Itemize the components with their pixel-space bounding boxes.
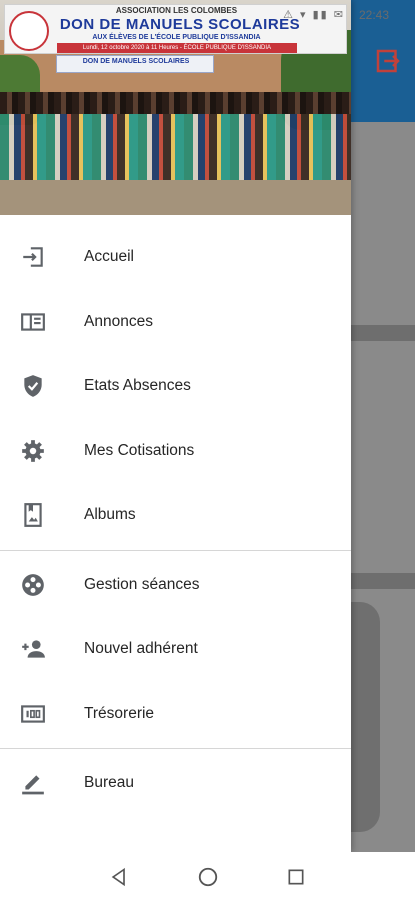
small-banner: DON DE MANUELS SCOLAIRES: [56, 55, 214, 73]
person-add-icon: [20, 636, 46, 662]
navigation-drawer: ASSOCIATION LES COLOMBES DON DE MANUELS …: [0, 0, 351, 852]
edit-pen-icon: [20, 770, 46, 796]
menu-item-gestion-seances[interactable]: Gestion séances: [0, 553, 351, 618]
logout-icon[interactable]: [373, 46, 403, 76]
menu-item-bureau[interactable]: Bureau: [0, 751, 351, 816]
counter-100-icon: [20, 701, 46, 727]
menu-item-label: Etats Absences: [84, 377, 191, 395]
film-reel-icon: [20, 572, 46, 598]
photo-crowd-heads: [0, 92, 351, 114]
menu-item-nouvel-adherent[interactable]: Nouvel adhérent: [0, 617, 351, 682]
system-navigation-bar: [0, 852, 415, 900]
home-circle-icon[interactable]: [195, 864, 221, 890]
menu-item-label: Trésorerie: [84, 704, 155, 722]
banner-subtitle: AUX ÉLÈVES DE L'ÉCOLE PUBLIQUE D'ISSANDI…: [92, 34, 261, 41]
recents-square-icon[interactable]: [283, 864, 309, 890]
menu-item-label: Albums: [84, 506, 136, 524]
small-banner-text: DON DE MANUELS SCOLAIRES: [82, 58, 190, 65]
banner-date-strip: Lundi, 12 octobre 2020 à 11 Heures - ÉCO…: [57, 43, 297, 53]
status-time: 22:43: [358, 8, 389, 22]
background-divider: [350, 325, 415, 341]
menu-item-mes-cotisations[interactable]: Mes Cotisations: [0, 419, 351, 484]
menu-item-label: Bureau: [84, 774, 134, 792]
menu-item-accueil[interactable]: Accueil: [0, 225, 351, 290]
drawer-header-photo: ASSOCIATION LES COLOMBES DON DE MANUELS …: [0, 0, 351, 215]
menu-item-label: Nouvel adhérent: [84, 640, 198, 658]
login-icon: [20, 244, 46, 270]
back-triangle-icon[interactable]: [106, 864, 132, 890]
photo-ground: [0, 180, 351, 215]
status-bar: ⚠ ▾ ▮▮ ✉ 22:43: [0, 0, 415, 30]
menu-item-albums[interactable]: Albums: [0, 483, 351, 548]
menu-item-etats-absences[interactable]: Etats Absences: [0, 354, 351, 419]
announcement-card-icon: [20, 309, 46, 335]
menu-item-tresorerie[interactable]: Trésorerie: [0, 682, 351, 747]
menu-item-label: Mes Cotisations: [84, 441, 195, 459]
menu-item-label: Annonces: [84, 312, 153, 330]
menu-divider: [0, 748, 351, 749]
background-divider: [350, 573, 415, 589]
menu-item-annonces[interactable]: Annonces: [0, 290, 351, 355]
menu-divider: [0, 549, 351, 551]
shield-check-icon: [20, 373, 46, 399]
menu-item-label: Gestion séances: [84, 575, 200, 593]
status-icons: ⚠ ▾ ▮▮ ✉: [283, 9, 345, 21]
drawer-menu: Accueil Annonces Etats Absences Mes Coti…: [0, 215, 351, 816]
photo-album-icon: [20, 502, 46, 528]
menu-item-label: Accueil: [84, 248, 134, 266]
gear-icon: [20, 438, 46, 464]
